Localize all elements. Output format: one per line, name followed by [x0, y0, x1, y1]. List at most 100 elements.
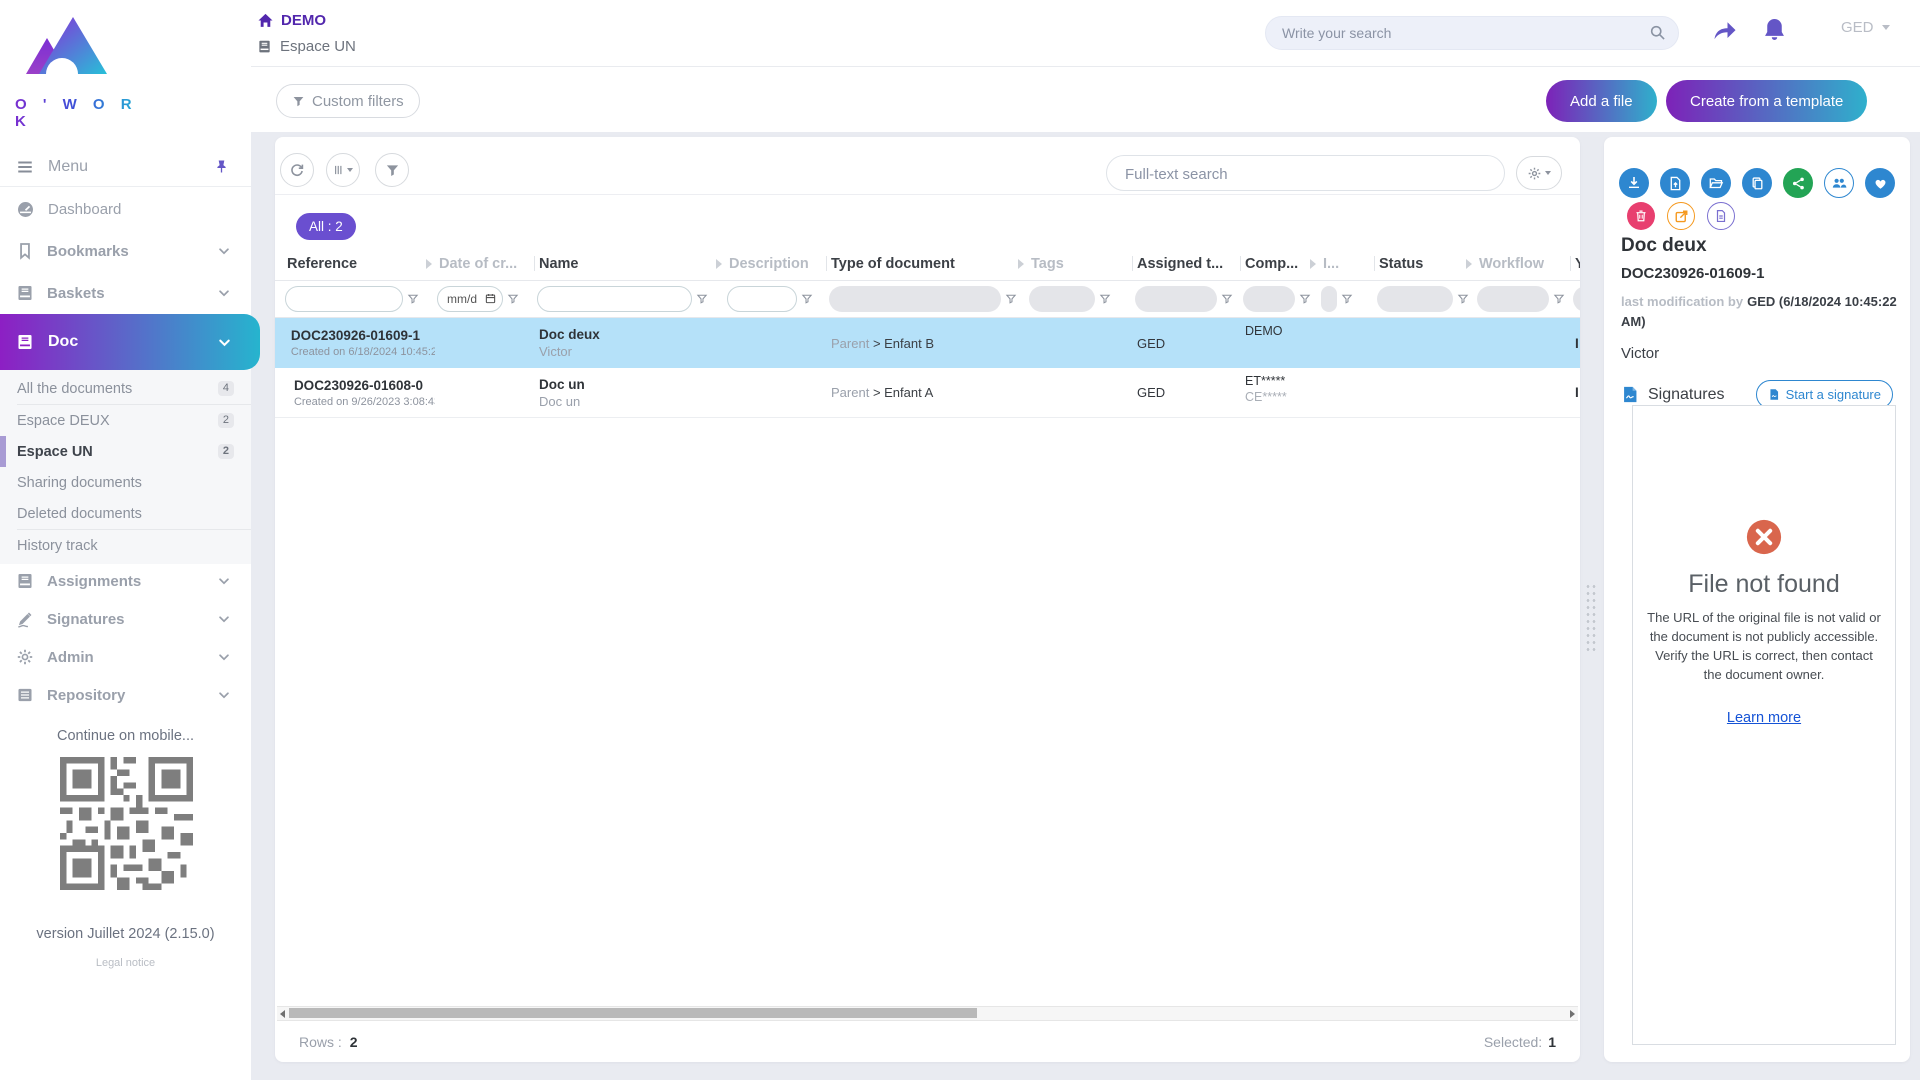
copy-button[interactable] — [1742, 168, 1772, 198]
share-button[interactable] — [1783, 168, 1813, 198]
notifications-bell-icon[interactable] — [1761, 16, 1789, 44]
tags-filter-select[interactable] — [1029, 286, 1095, 312]
filter-funnel-icon[interactable] — [507, 293, 519, 305]
company-filter-select[interactable] — [1243, 286, 1295, 312]
scroll-right-arrow[interactable] — [1570, 1010, 1575, 1018]
create-from-template-button[interactable]: Create from a template — [1666, 80, 1867, 122]
type-child: > Enfant B — [873, 336, 934, 351]
sidebar-item-label: Dashboard — [48, 201, 121, 218]
logo-wordmark: O ' W O R K — [15, 96, 145, 130]
scroll-left-arrow[interactable] — [280, 1010, 285, 1018]
scrollbar-thumb[interactable] — [289, 1008, 977, 1018]
menu-toggle[interactable]: Menu — [0, 147, 251, 186]
add-file-button[interactable]: Add a file — [1546, 80, 1657, 122]
column-header-name[interactable]: Name — [535, 247, 725, 280]
gauge-icon — [16, 200, 35, 219]
status-filter-select[interactable] — [1377, 286, 1453, 312]
download-button[interactable] — [1619, 168, 1649, 198]
submenu-item-deleted-documents[interactable]: Deleted documents — [0, 498, 251, 529]
submenu-item-history-track[interactable]: History track — [0, 530, 251, 561]
edit-button[interactable] — [1667, 202, 1695, 230]
table-footer: Rows : 2 Selected: 1 — [275, 1021, 1580, 1062]
app-logo[interactable] — [16, 12, 108, 92]
column-header-tags[interactable]: Tags — [1027, 247, 1133, 280]
table-row[interactable]: DOC230926-01608-0 Created on 9/26/2023 3… — [275, 368, 1580, 418]
reference-filter-input[interactable] — [285, 286, 403, 312]
document-author: Victor — [539, 344, 725, 359]
learn-more-link[interactable]: Learn more — [1727, 710, 1801, 726]
name-filter-input[interactable] — [537, 286, 692, 312]
breadcrumb-space[interactable]: Espace UN — [257, 38, 356, 55]
user-menu[interactable]: GED — [1841, 19, 1890, 36]
assigned-filter-select[interactable] — [1135, 286, 1217, 312]
open-folder-button[interactable] — [1701, 168, 1731, 198]
pin-icon[interactable] — [214, 159, 229, 174]
submenu-item-all-documents[interactable]: All the documents 4 — [0, 373, 251, 404]
table-row[interactable]: w DOC230926-01609-1 Created on 6/18/2024… — [275, 318, 1580, 368]
sidebar-item-doc-active[interactable]: Doc — [0, 314, 260, 370]
filter-funnel-icon[interactable] — [696, 293, 708, 305]
workflow-filter-select[interactable] — [1477, 286, 1549, 312]
fulltext-search-input[interactable] — [1123, 160, 1487, 188]
column-header-workflow[interactable]: Workflow — [1475, 247, 1571, 280]
submenu-item-espace-un[interactable]: Espace UN 2 — [0, 436, 251, 467]
sidebar-item-dashboard[interactable]: Dashboard — [0, 188, 251, 230]
y-filter-select[interactable] — [1573, 286, 1580, 312]
filter-funnel-icon[interactable] — [1341, 293, 1353, 305]
favorite-button[interactable] — [1865, 168, 1895, 198]
columns-icon — [333, 163, 345, 177]
sidebar-item-signatures[interactable]: Signatures — [0, 598, 251, 640]
legal-notice-link[interactable]: Legal notice — [0, 957, 251, 969]
column-header-y[interactable]: Y — [1571, 247, 1580, 280]
submenu-item-espace-deux[interactable]: Espace DEUX 2 — [0, 405, 251, 436]
sidebar-item-admin[interactable]: Admin — [0, 636, 251, 678]
column-header-date[interactable]: Date of cr... — [435, 247, 535, 280]
column-header-type[interactable]: Type of document — [827, 247, 1027, 280]
filter-funnel-icon[interactable] — [1299, 293, 1311, 305]
file-error-title: File not found — [1633, 570, 1895, 599]
panel-resize-handle[interactable] — [1585, 583, 1597, 651]
share-icon[interactable] — [1710, 16, 1738, 44]
date-filter-input[interactable] — [437, 286, 503, 312]
columns-button[interactable] — [326, 153, 360, 187]
sidebar-item-baskets[interactable]: Baskets — [0, 272, 251, 314]
sidebar-item-bookmarks[interactable]: Bookmarks — [0, 230, 251, 272]
column-header-reference[interactable]: Reference — [283, 247, 435, 280]
assigned-to: GED — [1137, 385, 1241, 400]
refresh-icon — [289, 162, 305, 178]
assign-users-button[interactable] — [1824, 168, 1854, 198]
upload-version-button[interactable] — [1660, 168, 1690, 198]
horizontal-scrollbar[interactable] — [277, 1006, 1578, 1021]
global-search-input[interactable] — [1280, 19, 1634, 47]
filter-funnel-icon[interactable] — [1221, 293, 1233, 305]
i-filter-select[interactable] — [1321, 286, 1337, 312]
breadcrumb-home[interactable]: DEMO — [257, 12, 326, 29]
table-settings-button[interactable] — [1516, 156, 1562, 190]
sort-arrow-icon — [716, 259, 722, 269]
refresh-button[interactable] — [280, 153, 314, 187]
type-filter-select[interactable] — [829, 286, 1001, 312]
search-icon[interactable] — [1649, 24, 1666, 41]
column-header-description[interactable]: Description — [725, 247, 827, 280]
column-header-status[interactable]: Status — [1375, 247, 1475, 280]
clipped-cell-text: I — [1575, 385, 1580, 400]
filter-funnel-icon[interactable] — [407, 293, 419, 305]
custom-filters-button[interactable]: Custom filters — [276, 84, 420, 118]
filter-funnel-icon[interactable] — [801, 293, 813, 305]
column-header-assigned[interactable]: Assigned t... — [1133, 247, 1241, 280]
company: ET***** — [1245, 374, 1319, 388]
filter-button[interactable] — [375, 153, 409, 187]
filter-funnel-icon[interactable] — [1005, 293, 1017, 305]
scope-badge[interactable]: All : 2 — [296, 213, 356, 240]
filter-funnel-icon[interactable] — [1553, 293, 1565, 305]
submenu-item-sharing-documents[interactable]: Sharing documents — [0, 467, 251, 498]
column-header-company[interactable]: Comp... — [1241, 247, 1319, 280]
sidebar-item-repository[interactable]: Repository — [0, 674, 251, 716]
document-properties-button[interactable] — [1707, 202, 1735, 230]
description-filter-input[interactable] — [727, 286, 797, 312]
sidebar-item-assignments[interactable]: Assignments — [0, 560, 251, 602]
delete-button[interactable] — [1627, 202, 1655, 230]
filter-funnel-icon[interactable] — [1099, 293, 1111, 305]
column-header-i[interactable]: I... — [1319, 247, 1375, 280]
filter-funnel-icon[interactable] — [1457, 293, 1469, 305]
